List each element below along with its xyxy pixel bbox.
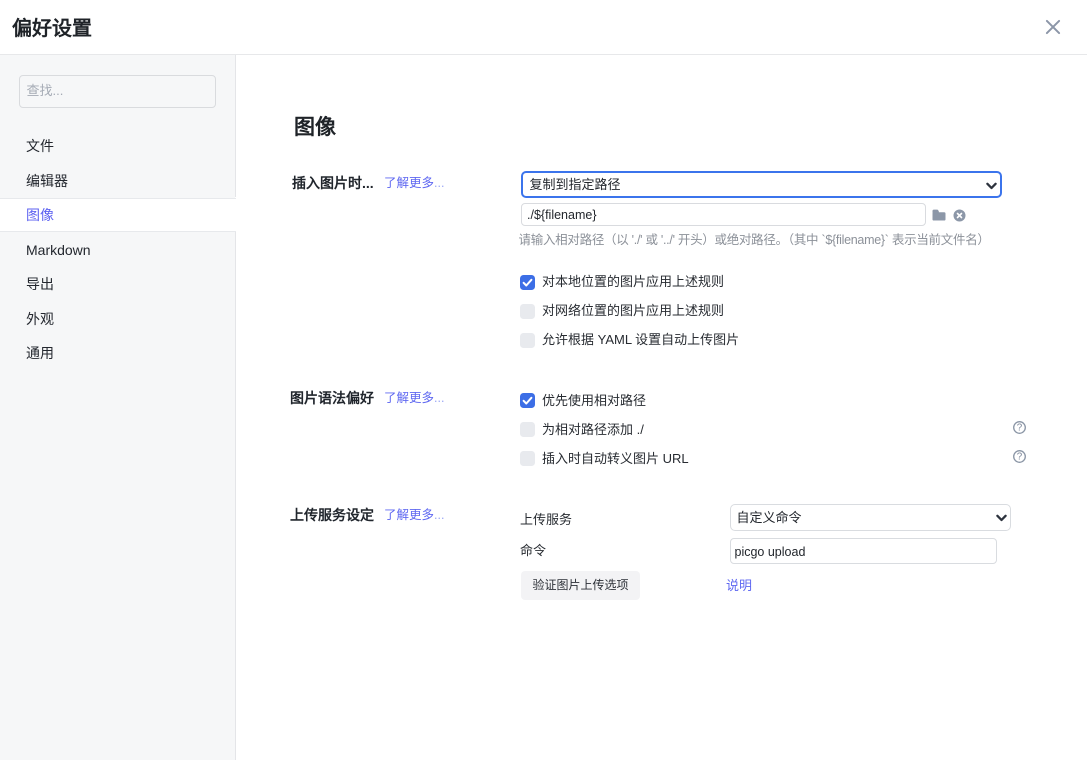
svg-text:?: ? (1016, 452, 1022, 463)
svg-text:?: ? (1016, 423, 1022, 434)
